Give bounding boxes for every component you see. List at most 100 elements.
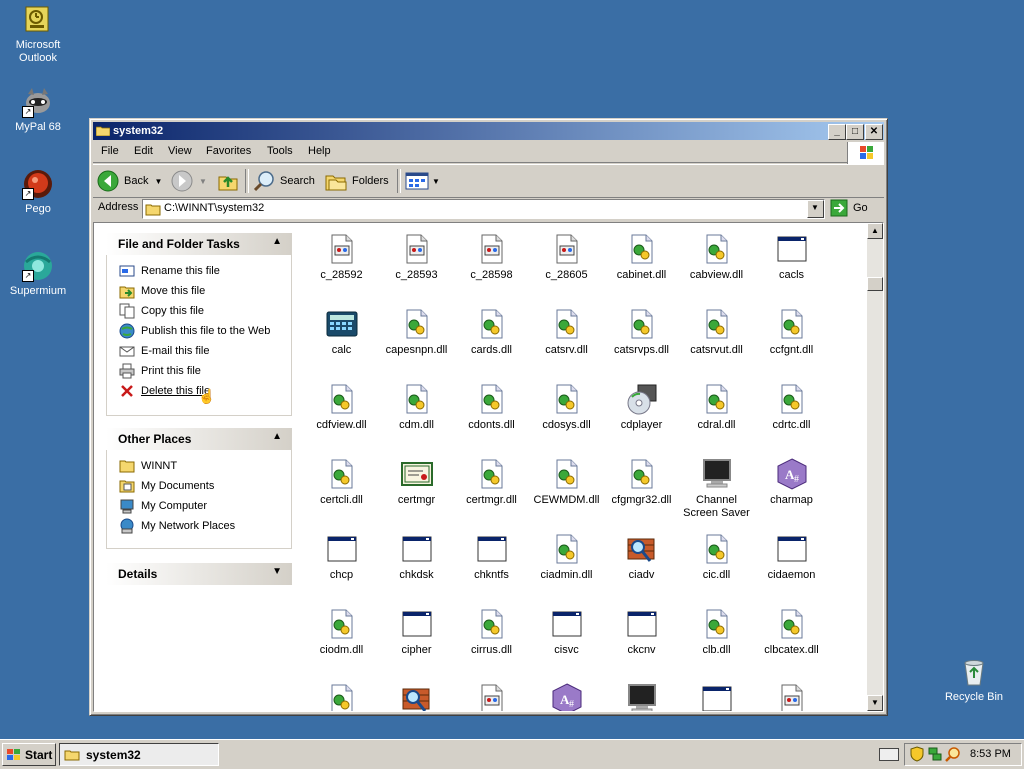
taskbar-item-system32[interactable]: system32 [59, 743, 219, 766]
desktop-icon-outlook[interactable]: Microsoft Outlook [0, 4, 76, 65]
file-item[interactable]: cdplayer [604, 383, 679, 432]
file-item[interactable]: A # charmap [754, 458, 829, 507]
task-move[interactable]: Move this file [119, 281, 291, 301]
file-item[interactable]: clbcatex.dll [754, 608, 829, 657]
vertical-scrollbar[interactable]: ▲ ▼ [867, 223, 883, 711]
file-item[interactable]: cacls [754, 233, 829, 282]
desktop-icon-recycle-bin[interactable]: Recycle Bin [936, 656, 1012, 704]
menu-view[interactable]: View [168, 145, 192, 157]
details-header[interactable]: Details ▼ [106, 563, 292, 585]
file-item[interactable]: capesnpn.dll [379, 308, 454, 357]
file-item[interactable]: clb.dll [679, 608, 754, 657]
file-item[interactable]: cdrtc.dll [754, 383, 829, 432]
collapse-icon[interactable]: ▲ [272, 431, 282, 442]
file-item[interactable]: ciadv [604, 533, 679, 582]
place-my-network[interactable]: My Network Places [119, 516, 291, 536]
collapse-icon[interactable]: ▲ [272, 236, 282, 247]
scroll-down-button[interactable]: ▼ [867, 695, 883, 711]
file-item-partial[interactable] [379, 683, 454, 711]
file-item[interactable]: ckcnv [604, 608, 679, 657]
file-item[interactable]: cdfview.dll [304, 383, 379, 432]
file-item-partial[interactable] [754, 683, 829, 711]
go-button[interactable]: Go [830, 198, 880, 218]
file-item[interactable]: c_28592 [304, 233, 379, 282]
file-item[interactable]: cdral.dll [679, 383, 754, 432]
file-item[interactable]: catsrv.dll [529, 308, 604, 357]
title-bar[interactable]: system32 _ □ ✕ [93, 122, 884, 140]
network-tray-icon[interactable] [927, 746, 943, 762]
forward-dropdown-icon[interactable]: ▼ [199, 177, 207, 186]
file-item[interactable]: CEWMDM.dll [529, 458, 604, 507]
place-winnt[interactable]: WINNT [119, 456, 291, 476]
menu-help[interactable]: Help [308, 145, 331, 157]
file-item[interactable]: cdosys.dll [529, 383, 604, 432]
task-print[interactable]: Print this file [119, 361, 291, 381]
menu-file[interactable]: File [101, 145, 119, 157]
file-item-partial[interactable] [304, 683, 379, 711]
file-item-partial[interactable] [604, 683, 679, 711]
minimize-button[interactable]: _ [828, 124, 846, 140]
scroll-thumb[interactable] [867, 277, 883, 291]
file-item[interactable]: ciodm.dll [304, 608, 379, 657]
file-item[interactable]: certmgr.dll [454, 458, 529, 507]
address-value[interactable]: C:\WINNT\system32 [164, 202, 264, 214]
file-item[interactable]: cidaemon [754, 533, 829, 582]
file-item[interactable]: cabview.dll [679, 233, 754, 282]
file-item[interactable]: catsrvut.dll [679, 308, 754, 357]
file-item[interactable]: cic.dll [679, 533, 754, 582]
forward-button[interactable]: ▼ [171, 169, 207, 193]
file-item[interactable]: chkntfs [454, 533, 529, 582]
back-button[interactable]: Back ▼ [97, 169, 162, 193]
file-item[interactable]: calc [304, 308, 379, 357]
file-item[interactable]: cabinet.dll [604, 233, 679, 282]
address-field[interactable]: C:\WINNT\system32 ▼ [142, 199, 825, 219]
desktop-icon-supermium[interactable]: ↗ Supermium [0, 250, 76, 298]
file-item[interactable]: Channel Screen Saver [679, 458, 754, 520]
task-email[interactable]: E-mail this file [119, 341, 291, 361]
file-item[interactable]: chcp [304, 533, 379, 582]
file-item[interactable]: chkdsk [379, 533, 454, 582]
file-item[interactable]: catsrvps.dll [604, 308, 679, 357]
back-dropdown-icon[interactable]: ▼ [154, 177, 162, 186]
file-item[interactable]: cirrus.dll [454, 608, 529, 657]
menu-tools[interactable]: Tools [267, 145, 293, 157]
views-button[interactable]: ▼ [405, 169, 440, 193]
start-button[interactable]: Start [2, 743, 56, 766]
shield-icon[interactable] [909, 746, 925, 762]
file-item[interactable]: certmgr [379, 458, 454, 507]
scroll-up-button[interactable]: ▲ [867, 223, 883, 239]
file-item-partial[interactable] [454, 683, 529, 711]
place-my-computer[interactable]: My Computer [119, 496, 291, 516]
file-item[interactable]: ciadmin.dll [529, 533, 604, 582]
file-item[interactable]: cfgmgr32.dll [604, 458, 679, 507]
search-button[interactable]: Search [253, 169, 315, 193]
folders-button[interactable]: Folders [325, 169, 389, 193]
file-item-partial[interactable]: A # [529, 683, 604, 711]
close-button[interactable]: ✕ [865, 124, 883, 140]
file-item[interactable]: c_28605 [529, 233, 604, 282]
menu-edit[interactable]: Edit [134, 145, 153, 157]
file-item[interactable]: c_28593 [379, 233, 454, 282]
keyboard-icon[interactable] [879, 748, 899, 761]
other-places-header[interactable]: Other Places ▲ [106, 428, 292, 450]
views-dropdown-icon[interactable]: ▼ [432, 177, 440, 186]
task-rename[interactable]: Rename this file [119, 261, 291, 281]
file-item[interactable]: cisvc [529, 608, 604, 657]
file-item[interactable]: cdm.dll [379, 383, 454, 432]
expand-icon[interactable]: ▼ [272, 566, 282, 577]
desktop-icon-pego[interactable]: ↗ Pego [0, 168, 76, 216]
desktop-icon-mypal[interactable]: ↗ MyPal 68 [0, 86, 76, 134]
search-tray-icon[interactable] [945, 746, 961, 762]
file-item[interactable]: ccfgnt.dll [754, 308, 829, 357]
file-folder-tasks-header[interactable]: File and Folder Tasks ▲ [106, 233, 292, 255]
maximize-button[interactable]: □ [846, 124, 864, 140]
up-folder-button[interactable] [217, 169, 239, 193]
file-item[interactable]: certcli.dll [304, 458, 379, 507]
file-item[interactable]: cards.dll [454, 308, 529, 357]
task-copy[interactable]: Copy this file [119, 301, 291, 321]
file-item-partial[interactable] [679, 683, 754, 711]
place-my-documents[interactable]: My Documents [119, 476, 291, 496]
address-dropdown-button[interactable]: ▼ [807, 200, 824, 218]
clock[interactable]: 8:53 PM [970, 748, 1011, 760]
menu-favorites[interactable]: Favorites [206, 145, 251, 157]
